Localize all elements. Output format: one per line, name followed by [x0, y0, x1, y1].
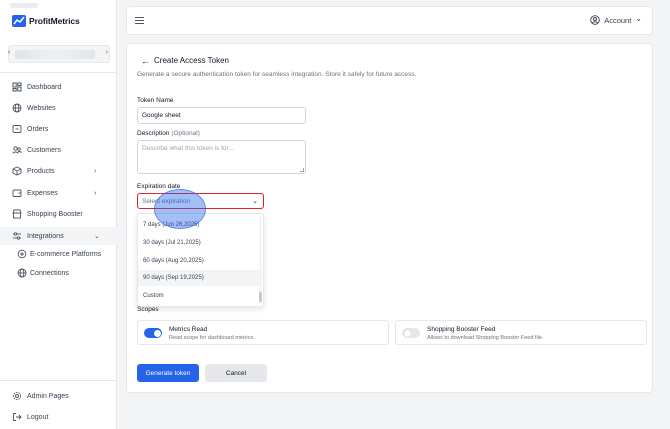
package-icon: [12, 166, 22, 176]
description-label: Description (Optional): [137, 130, 200, 137]
account-name-redacted: [15, 50, 95, 59]
top-strip: [10, 3, 38, 8]
sidebar-item-shopping-booster[interactable]: Shopping Booster: [0, 205, 117, 223]
resize-handle[interactable]: [300, 168, 304, 172]
sidebar-item-dashboard[interactable]: Dashboard: [0, 78, 117, 96]
sidebar-item-label: Customers: [27, 146, 61, 154]
chevron-down-icon: ⌄: [635, 14, 642, 23]
scope-description: Allows to download Shopping Booster Feed…: [427, 335, 544, 341]
dropdown-option-90-days[interactable]: 90 days (Sep 19,2025): [138, 270, 260, 286]
sidebar-item-label: Products: [27, 167, 55, 175]
token-name-value: Google sheet: [142, 112, 181, 119]
users-icon: [12, 145, 22, 155]
back-arrow-icon[interactable]: ←: [141, 56, 150, 66]
globe-icon: [17, 268, 27, 278]
scope-title: Metrics Read: [169, 326, 208, 333]
storefront-icon: [12, 209, 22, 219]
chevron-down-icon: ⌄: [252, 198, 258, 205]
scope-shopping-booster-feed: Shopping Booster Feed Allows to download…: [395, 320, 647, 345]
token-name-label: Token Name: [137, 97, 174, 104]
sidebar-item-customers[interactable]: Customers: [0, 141, 117, 159]
chevron-right-icon: ›: [94, 189, 97, 197]
scope-title: Shopping Booster Feed: [427, 326, 496, 333]
sidebar-item-logout[interactable]: Logout: [0, 408, 117, 426]
sidebar-item-connections[interactable]: Connections: [0, 264, 117, 282]
page-subtitle: Generate a secure authentication token f…: [137, 71, 417, 78]
logout-icon: [12, 412, 22, 422]
sidebar-item-label: E-commerce Platforms: [30, 250, 102, 258]
globe-icon: [12, 103, 22, 113]
sidebar-item-label: Admin Pages: [27, 392, 69, 400]
dropdown-option-60-days[interactable]: 60 days (Aug 20,2025): [138, 253, 260, 269]
optional-hint: (Optional): [171, 130, 200, 137]
chevron-down-icon: ⌄: [94, 233, 100, 240]
sidebar-item-websites[interactable]: Websites: [0, 99, 117, 117]
sidebar-item-orders[interactable]: Orders: [0, 120, 117, 138]
sidebar-item-label: Orders: [27, 125, 49, 133]
sliders-icon: [12, 231, 22, 241]
description-textarea[interactable]: Describe what this token is for...: [137, 140, 306, 174]
sidebar-item-label: Dashboard: [27, 83, 62, 91]
sidebar-item-label: Integrations: [27, 232, 64, 240]
sidebar-item-integrations[interactable]: Integrations ⌄: [0, 227, 117, 245]
sidebar-item-ecommerce-platforms[interactable]: E-commerce Platforms: [0, 245, 117, 263]
sidebar: ProfitMetrics ‹ › Dashboard Websites Ord…: [0, 0, 117, 429]
chevron-right-icon: ›: [94, 167, 97, 175]
menu-icon[interactable]: [135, 17, 144, 25]
logo-text: ProfitMetrics: [29, 16, 80, 26]
scopes-label: Scopes: [137, 306, 159, 313]
sidebar-item-label: Websites: [27, 104, 56, 112]
dropdown-option-30-days[interactable]: 30 days (Jul 21,2025): [138, 235, 260, 251]
scope-description: Read scope for dashboard metrics.: [169, 335, 255, 341]
generate-token-button[interactable]: Generate token: [137, 364, 199, 382]
dropdown-option-custom[interactable]: Custom: [138, 288, 260, 304]
create-token-card: ← Create Access Token Generate a secure …: [126, 43, 653, 393]
user-circle-icon: [590, 15, 600, 25]
chevron-left-icon[interactable]: ‹: [8, 49, 10, 56]
description-label-text: Description: [137, 130, 170, 137]
sidebar-item-label: Logout: [27, 413, 49, 421]
divider: [0, 72, 117, 73]
account-menu-button[interactable]: Account ⌄: [590, 14, 642, 25]
trend-icon: [12, 15, 26, 27]
sidebar-item-products[interactable]: Products ›: [0, 162, 117, 180]
token-name-input[interactable]: Google sheet: [137, 107, 306, 124]
sidebar-item-expenses[interactable]: Expenses ›: [0, 184, 117, 202]
sidebar-item-admin-pages[interactable]: Admin Pages: [0, 387, 117, 405]
box-icon: [12, 124, 22, 134]
expiration-dropdown: 7 days (Jun 26,2025) 30 days (Jul 21,202…: [137, 213, 264, 307]
scope-metrics-read: Metrics Read Read scope for dashboard me…: [137, 320, 389, 345]
dropdown-scrollbar[interactable]: [259, 216, 262, 304]
account-label: Account: [604, 15, 632, 25]
sidebar-item-label: Shopping Booster: [27, 210, 83, 218]
cancel-button[interactable]: Cancel: [205, 364, 267, 382]
sidebar-item-label: Expenses: [27, 189, 58, 197]
click-indicator: [154, 189, 206, 229]
gear-icon: [12, 391, 22, 401]
logo[interactable]: ProfitMetrics: [12, 15, 80, 27]
description-placeholder: Describe what this token is for...: [142, 145, 234, 152]
metrics-read-toggle[interactable]: [144, 328, 162, 338]
top-header: Account ⌄: [126, 6, 653, 35]
shopping-booster-feed-toggle[interactable]: [402, 328, 420, 338]
link-icon: [17, 249, 27, 259]
account-switcher[interactable]: ‹ ›: [8, 45, 110, 63]
page-title: Create Access Token: [154, 56, 230, 65]
divider: [0, 380, 117, 381]
chevron-right-icon[interactable]: ›: [106, 49, 108, 56]
grid-icon: [12, 82, 22, 92]
wallet-icon: [12, 188, 22, 198]
sidebar-item-label: Connections: [30, 269, 69, 277]
